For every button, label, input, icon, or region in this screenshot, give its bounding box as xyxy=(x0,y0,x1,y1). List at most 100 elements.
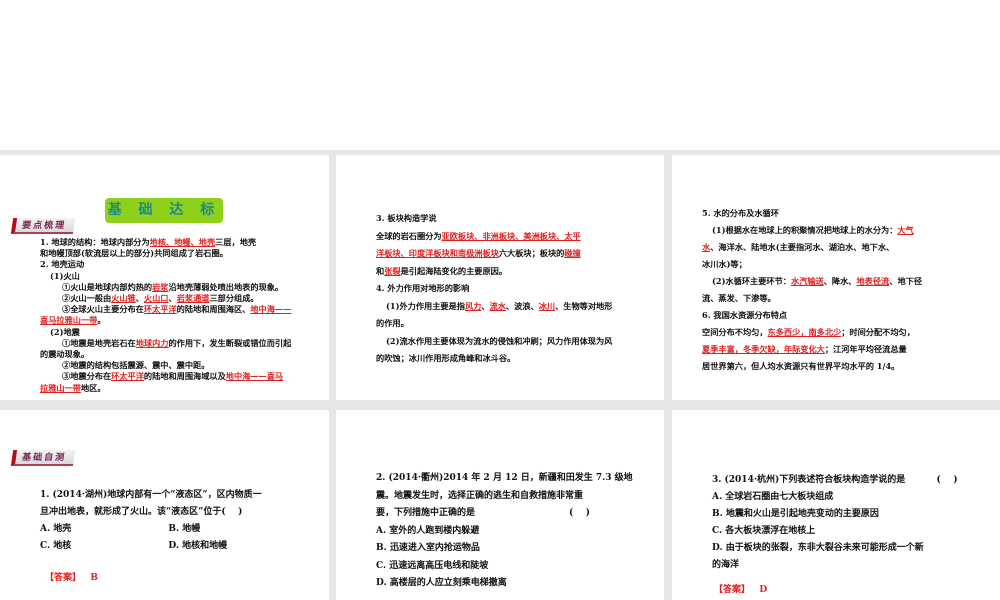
text-line: ③全球火山主要分布在环太平洋的陆地和周围海区、地中海—— xyxy=(62,304,291,315)
text-segment: 、降水、 xyxy=(823,276,857,286)
key-term: 亚欧板块、非洲板块、美洲板块、太平 xyxy=(441,230,581,241)
text-segment: 全球的岩石圈分为 xyxy=(376,230,442,241)
text-segment: 、海洋水、陆地水(主要指河水、湖泊水、地下水、 xyxy=(710,242,895,252)
key-term: 火山锥 xyxy=(111,293,136,304)
text-segment: 、地下径 xyxy=(889,276,923,286)
answer-value: B xyxy=(90,573,99,583)
text-segment: 的陆地和周围海域以及 xyxy=(143,371,226,382)
slide-5[interactable]: 2. (2014·衢州)2014 年 2 月 12 日，新疆和田发生 7.3 级… xyxy=(336,410,664,600)
text-line: 居世界第六，但人均水资源只有世界平均水平的 1/4。 xyxy=(702,358,915,375)
text-segment: 的吹蚀；冰川作用形成角峰和冰斗谷。 xyxy=(376,353,516,363)
text-segment: 的作用。 xyxy=(376,318,409,328)
key-term: 洋板块、印度洋板块和南极洲板块 xyxy=(376,248,499,258)
slide-text: 3. (2014·杭州)下列表述符合板块构造学说的是 ( ) A. 全球岩石圈由七… xyxy=(712,472,958,574)
section-tag: 要点梳理 xyxy=(10,218,76,234)
key-term: 水汽输送 xyxy=(790,276,824,286)
text-line: 6. 我国水资源分布特点 xyxy=(702,307,915,324)
key-term: 地球内力 xyxy=(135,337,169,348)
slide-text: 2. (2014·衢州)2014 年 2 月 12 日，新疆和田发生 7.3 级… xyxy=(376,470,633,593)
text-line: ②火山一般由火山锥、火山口、岩浆通道三部分组成。 xyxy=(62,293,291,304)
text-segment: (1)根据水在地球上的积聚情况把地球上的水分为： xyxy=(712,225,898,235)
text-segment: 1. (2014·湖州)地球内部有一个“液态区”，区内物质一 xyxy=(40,490,262,500)
text-segment: A. 地壳 B. 地幔 xyxy=(40,524,201,534)
text-segment: 、 xyxy=(168,293,177,304)
text-line: 流、蒸发、下渗等。 xyxy=(702,290,915,307)
text-line: 要，下列措施中正确的是 ( ) xyxy=(376,505,633,523)
text-segment: 要，下列措施中正确的是 ( ) xyxy=(376,508,591,518)
text-segment: ③全球火山主要分布在 xyxy=(62,304,144,315)
text-line: 和地幔顶部(软流层以上的部分)共同组成了岩石圈。 xyxy=(40,248,269,259)
text-line: D. 高楼层的人应立刻乘电梯撤离 xyxy=(376,575,633,593)
text-segment: 4. 外力作用对地形的影响 xyxy=(376,283,470,293)
text-line: (1)外力作用主要是指风力、流水、波浪、冰川、生物等对地形 xyxy=(386,298,612,316)
text-line: (2)地震 xyxy=(50,327,279,338)
slide-2[interactable]: 3. 板块构造学说 全球的岩石圈分为亚欧板块、非洲板块、美洲板块、太平洋板块、印度… xyxy=(336,155,664,400)
slide-4[interactable]: 基础自测 1. (2014·湖州)地球内部有一个“液态区”，区内物质一 旦冲出地表… xyxy=(0,410,329,600)
text-line: 夏季丰富，冬季欠缺，年际变化大；江河年平均径流总量 xyxy=(702,341,915,358)
key-term: 流水 xyxy=(489,300,506,311)
text-line: 4. 外力作用对地形的影响 xyxy=(376,280,602,298)
text-segment: 地区。 xyxy=(80,382,106,393)
slide-1[interactable]: 基 础 达 标 要点梳理 1. 地球的结构：地球内部分为地核、地幔、地壳三层，地… xyxy=(0,155,329,400)
text-line: B. 地震和火山是引起地壳变动的主要原因 xyxy=(712,506,958,523)
text-segment: 3. (2014·杭州)下列表述符合板块构造学说的是 ( ) xyxy=(712,475,958,485)
key-term: 大气 xyxy=(897,225,914,235)
text-segment: 六大板块；板块的 xyxy=(498,248,565,258)
slide-6[interactable]: 3. (2014·杭州)下列表述符合板块构造学说的是 ( ) A. 全球岩石圈由七… xyxy=(672,410,1000,600)
text-line: 1. 地球的结构：地球内部分为地核、地幔、地壳三层，地壳 xyxy=(40,237,269,248)
text-line: ①火山是地球内部灼热的岩浆沿地壳薄弱处喷出地表的现象。 xyxy=(62,282,291,293)
text-line: (2)水循环主要环节：水汽输送、降水、地表径流、地下径 xyxy=(712,273,925,290)
text-segment: 沿地壳薄弱处喷出地表的现象。 xyxy=(168,281,284,292)
key-term: 碰撞 xyxy=(564,248,581,258)
text-line: (1)火山 xyxy=(50,271,279,282)
slide-text: 1. 地球的结构：地球内部分为地核、地幔、地壳三层，地壳 和地幔顶部(软流层以上的… xyxy=(40,237,291,394)
text-segment: ；时间分配不均匀， xyxy=(841,327,915,337)
text-segment: 2. 地壳运动 xyxy=(40,259,85,270)
key-term: 地表径流 xyxy=(856,276,890,286)
key-term: 地核、地幔、地壳 xyxy=(149,237,216,247)
key-term: 火山口 xyxy=(143,293,169,304)
text-line: (1)根据水在地球上的积聚情况把地球上的水分为：大气 xyxy=(712,222,925,239)
text-segment: 、 xyxy=(135,293,144,304)
text-line: 空间分布不均匀，东多西少，南多北少；时间分配不均匀， xyxy=(702,324,915,341)
text-segment: ②地震的结构包括震源、震中、震中距。 xyxy=(62,360,210,371)
text-segment: 三层，地壳 xyxy=(215,237,257,247)
text-segment: ①地震是地壳岩石在 xyxy=(62,337,136,348)
key-term: 风力 xyxy=(464,300,482,311)
text-line: A. 室外的人跑到楼内躲避 xyxy=(376,523,633,541)
text-segment: 的作用下，发生断裂或错位而引起 xyxy=(168,337,292,348)
key-term: 拉雅山一带 xyxy=(40,382,81,393)
text-segment: 居世界第六，但人均水资源只有世界平均水平的 1/4。 xyxy=(702,361,900,371)
text-line: 1. (2014·湖州)地球内部有一个“液态区”，区内物质一 xyxy=(40,487,262,504)
text-segment: 震。地震发生时，选择正确的逃生和自救措施非常重 xyxy=(376,490,584,501)
text-segment: D. 高楼层的人应立刻乘电梯撤离 xyxy=(376,578,507,588)
text-segment: 和 xyxy=(376,265,385,276)
text-segment: ③地震分布在 xyxy=(62,371,112,382)
key-term: 喜马拉雅山一带 xyxy=(40,315,98,326)
text-segment: 、波浪、 xyxy=(505,300,539,311)
text-segment: 。 xyxy=(97,315,106,326)
slide-3[interactable]: 5. 水的分布及水循环 (1)根据水在地球上的积聚情况把地球上的水分为：大气 水、海… xyxy=(672,155,1000,400)
text-segment: (1)火山 xyxy=(50,270,80,281)
key-term: 东多西少，南多北少 xyxy=(767,327,842,337)
text-line: ③地震分布在环太平洋的陆地和周围海域以及地中海——喜马 xyxy=(62,371,291,382)
text-line: 2. 地壳运动 xyxy=(40,259,269,270)
text-segment: A. 全球岩石圈由七大板块组成 xyxy=(712,492,834,502)
text-segment: 3. 板块构造学说 xyxy=(376,213,437,223)
section-title: 基 础 达 标 xyxy=(105,198,223,223)
text-segment: (2)流水作用主要体现为流水的侵蚀和冲刷；风力作用体现为风 xyxy=(386,335,613,346)
text-line: 2. (2014·衢州)2014 年 2 月 12 日，新疆和田发生 7.3 级… xyxy=(376,470,633,488)
key-term: 张裂 xyxy=(384,265,401,276)
text-segment: B. 地震和火山是引起地壳变动的主要原因 xyxy=(712,509,879,519)
key-term: 岩浆通道 xyxy=(176,293,210,304)
text-segment: B. 迅速进入室内抢运物品 xyxy=(376,543,480,553)
slide-text: 5. 水的分布及水循环 (1)根据水在地球上的积聚情况把地球上的水分为：大气 水、海… xyxy=(702,205,922,375)
text-segment: A. 室外的人跑到楼内躲避 xyxy=(376,525,480,536)
text-segment: 流、蒸发、下渗等。 xyxy=(702,293,776,303)
slide-sorter: 基 础 达 标 要点梳理 1. 地球的结构：地球内部分为地核、地幔、地壳三层，地… xyxy=(0,150,1000,600)
key-term: 冰川 xyxy=(538,300,556,311)
text-line: (2)流水作用主要体现为流水的侵蚀和冲刷；风力作用体现为风 xyxy=(386,333,612,351)
answer: 【答案】 D xyxy=(714,582,767,595)
text-segment: ②火山一般由 xyxy=(62,293,112,304)
slide-text: 3. 板块构造学说 全球的岩石圈分为亚欧板块、非洲板块、美洲板块、太平洋板块、印度… xyxy=(376,210,612,368)
